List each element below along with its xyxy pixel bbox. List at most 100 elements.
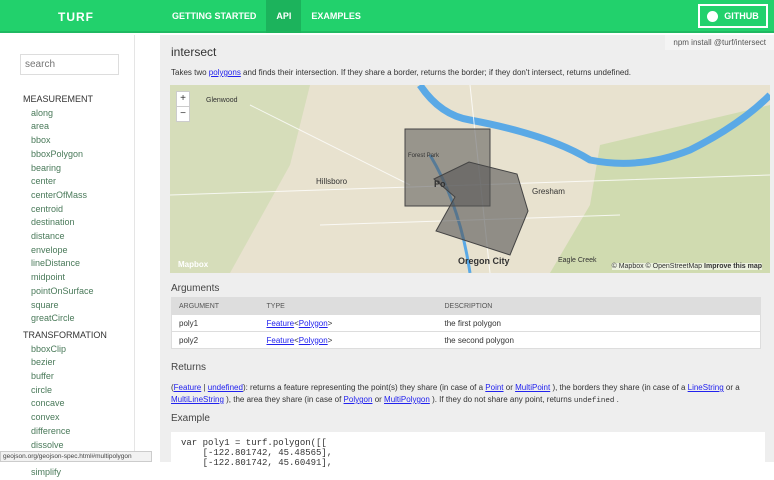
sidebar-item-lineDistance[interactable]: lineDistance (23, 257, 107, 271)
attribution-text[interactable]: © Mapbox © OpenStreetMap (612, 263, 702, 270)
code-undefined: undefined (573, 397, 615, 405)
map-attribution: © Mapbox © OpenStreetMap Improve this ma… (611, 263, 762, 270)
improve-map-link[interactable]: Improve this map (704, 263, 762, 270)
multipoint-link[interactable]: MultiPoint (515, 383, 550, 392)
feature-link[interactable]: Feature (174, 383, 202, 392)
arg-desc: the second polygon (437, 331, 761, 349)
arguments-heading: Arguments (171, 283, 220, 294)
column-header: ARGUMENT (171, 297, 260, 315)
sidebar-item-midpoint[interactable]: midpoint (23, 271, 107, 285)
sidebar-item-square[interactable]: square (23, 299, 107, 313)
sidebar-item-difference[interactable]: difference (23, 425, 107, 439)
logo[interactable]: TURF (58, 10, 94, 24)
sidebar-item-center[interactable]: center (23, 175, 107, 189)
map[interactable]: Glenwood Hillsboro Gresham Oregon City E… (170, 85, 770, 273)
column-header: TYPE (259, 297, 438, 315)
sidebar: MEASUREMENT alongareabboxbboxPolygonbeari… (0, 35, 135, 477)
point-link[interactable]: Point (485, 383, 503, 392)
sidebar-item-distance[interactable]: distance (23, 230, 107, 244)
top-navbar: TURF GETTING STARTED API EXAMPLES GITHUB (0, 0, 774, 33)
main-nav: GETTING STARTED API EXAMPLES (162, 0, 371, 33)
text: ), the borders they share (in case of a (550, 383, 688, 392)
search-input[interactable] (20, 54, 119, 75)
page-title: intersect (171, 45, 217, 59)
text: or a (723, 383, 740, 392)
polygons-link[interactable]: polygons (209, 68, 241, 77)
desc-text: Takes two (171, 68, 209, 77)
sidebar-item-concave[interactable]: concave (23, 397, 107, 411)
sidebar-item-simplify[interactable]: simplify (23, 466, 107, 480)
text: or (372, 395, 385, 404)
arg-type: Feature<Polygon> (259, 314, 438, 332)
zoom-out-button[interactable]: − (177, 107, 189, 121)
map-label: Forest Park (408, 153, 440, 159)
map-label: Gresham (532, 187, 565, 196)
map-label: Eagle Creek (558, 257, 597, 264)
nav-getting-started[interactable]: GETTING STARTED (162, 0, 266, 33)
returns-heading: Returns (171, 362, 207, 373)
mapbox-logo[interactable]: Mapbox (178, 260, 208, 269)
text: ), the area they share (in case of (223, 395, 344, 404)
sidebar-item-centroid[interactable]: centroid (23, 203, 107, 217)
github-button[interactable]: GITHUB (698, 4, 768, 28)
feature-link[interactable]: Feature (267, 336, 295, 345)
arguments-table: ARGUMENT TYPE DESCRIPTION poly1 Feature<Pol… (171, 297, 761, 349)
main-content: npm install @turf/intersect intersect Ta… (160, 35, 774, 472)
map-label: Oregon City (458, 256, 510, 266)
linestring-link[interactable]: LineString (688, 383, 724, 392)
sidebar-item-along[interactable]: along (23, 107, 107, 121)
map-zoom-control: + − (176, 91, 190, 122)
npm-install: npm install @turf/intersect (665, 35, 774, 50)
text: ). If they do not share any point, retur… (429, 395, 574, 404)
code-example: var poly1 = turf.polygon([[ [-122.801742… (171, 432, 765, 472)
undefined-link[interactable]: undefined (208, 383, 243, 392)
sidebar-item-convex[interactable]: convex (23, 411, 107, 425)
sidebar-item-destination[interactable]: destination (23, 216, 107, 230)
text: ): returns a feature representing the po… (242, 383, 486, 392)
table-row: poly2 Feature<Polygon> the second polygon (171, 331, 761, 349)
map-label: Po (434, 179, 446, 189)
multilinestring-link[interactable]: MultiLineString (171, 395, 224, 404)
sidebar-item-bezier[interactable]: bezier (23, 356, 107, 370)
sidebar-menu: MEASUREMENT along area bbox bboxPolygon beari… (23, 93, 107, 480)
column-header: DESCRIPTION (437, 297, 761, 315)
sidebar-item-centerOfMass[interactable]: centerOfMass (23, 189, 107, 203)
sidebar-item-buffer[interactable]: buffer (23, 370, 107, 384)
arg-name: poly1 (171, 314, 260, 332)
github-icon (707, 10, 719, 22)
github-label: GITHUB (724, 11, 759, 21)
table-row: poly1 Feature<Polygon> the first polygon (171, 314, 761, 332)
sidebar-item-pointOnSurface[interactable]: pointOnSurface (23, 285, 107, 299)
polygon-link[interactable]: Polygon (299, 319, 328, 328)
sidebar-item-area[interactable]: area (23, 120, 107, 134)
text: . (614, 395, 619, 404)
description: Takes two polygons and finds their inter… (171, 68, 631, 77)
returns-text: (Feature | undefined): returns a feature… (171, 383, 740, 405)
multipolygon-link[interactable]: MultiPolygon (384, 395, 430, 404)
example-heading: Example (171, 413, 210, 424)
feature-link[interactable]: Feature (267, 319, 295, 328)
polygon-link[interactable]: Polygon (299, 336, 328, 345)
map-label: Hillsboro (316, 177, 348, 186)
arg-name: poly2 (171, 331, 260, 349)
sidebar-item-bboxPolygon[interactable]: bboxPolygon (23, 148, 107, 162)
sidebar-item-envelope[interactable]: envelope (23, 244, 107, 258)
map-canvas (170, 85, 770, 273)
sidebar-section-heading: MEASUREMENT (23, 94, 94, 104)
arg-desc: the first polygon (437, 314, 761, 332)
nav-api[interactable]: API (266, 0, 302, 33)
sidebar-item-bboxClip[interactable]: bboxClip (23, 343, 107, 357)
sidebar-item-circle[interactable]: circle (23, 384, 107, 398)
zoom-in-button[interactable]: + (177, 92, 189, 107)
sidebar-item-bearing[interactable]: bearing (23, 162, 107, 176)
desc-text: and finds their intersection. If they sh… (240, 68, 632, 77)
arg-type: Feature<Polygon> (259, 331, 438, 349)
sidebar-item-greatCircle[interactable]: greatCircle (23, 312, 107, 326)
status-bar-url: geojson.org/geojson-spec.html#multipolyg… (0, 451, 152, 462)
polygon-link[interactable]: Polygon (344, 395, 373, 404)
map-label: Glenwood (206, 97, 238, 104)
nav-examples[interactable]: EXAMPLES (301, 0, 371, 33)
sidebar-item-bbox[interactable]: bbox (23, 134, 107, 148)
text: or (503, 383, 516, 392)
sidebar-section-heading: TRANSFORMATION (23, 329, 107, 340)
